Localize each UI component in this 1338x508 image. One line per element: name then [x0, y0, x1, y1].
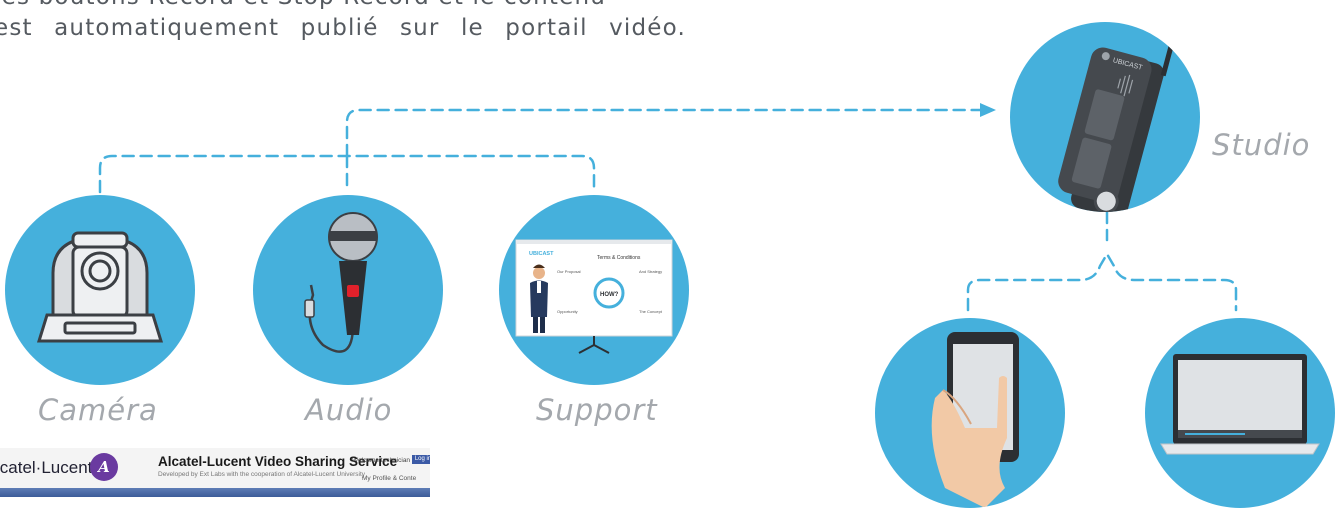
- portal-screenshot: lcatel·Lucent A Alcatel-Lucent Video Sha…: [0, 448, 430, 497]
- microphone-icon: [304, 212, 378, 353]
- connector-to-studio: [345, 108, 984, 158]
- camera-label: Caméra: [38, 393, 158, 427]
- support-circle: UBICAST Terms & Conditions HOW? Our Prop…: [499, 195, 689, 385]
- slide-brand: UBICAST: [529, 251, 554, 257]
- slide-item-4: The Concept: [639, 309, 663, 314]
- audio-label: Audio: [305, 393, 393, 427]
- ptz-camera-icon: [36, 231, 164, 343]
- audio-circle: [253, 195, 443, 385]
- slide-item-2: And Strategy: [639, 269, 662, 274]
- rolling-case-icon: UBICAST: [1058, 31, 1178, 212]
- slide-center: HOW?: [600, 292, 619, 298]
- portal-login-button[interactable]: Log in: [412, 455, 430, 464]
- portal-brand: lcatel·Lucent: [0, 458, 93, 477]
- support-label: Support: [536, 393, 658, 427]
- slide-item-3: Opportunity: [557, 309, 578, 314]
- laptop-icon: [1160, 354, 1320, 455]
- studio-circle: UBICAST: [1010, 22, 1200, 212]
- portal-logo-icon: A: [90, 453, 118, 481]
- studio-label: Studio: [1212, 128, 1311, 162]
- slide-heading: Terms & Conditions: [597, 255, 641, 261]
- slide-item-1: Our Proposal: [557, 269, 581, 274]
- portal-profile-link[interactable]: My Profile & Conte: [362, 475, 416, 482]
- connector-outputs-bracket: [966, 251, 1238, 312]
- smartphone-hand-icon: [931, 332, 1019, 508]
- portal-welcome: Welcome technician: [352, 457, 411, 464]
- presentation-screen-icon: UBICAST Terms & Conditions HOW? Our Prop…: [515, 239, 673, 354]
- camera-circle: [5, 195, 195, 385]
- laptop-circle: [1145, 318, 1335, 508]
- arrow-head: [980, 103, 996, 117]
- smartphone-circle: [875, 318, 1065, 508]
- portal-subtitle: Developed by Ext Labs with the cooperati…: [158, 471, 366, 478]
- portal-navbar: [0, 488, 430, 497]
